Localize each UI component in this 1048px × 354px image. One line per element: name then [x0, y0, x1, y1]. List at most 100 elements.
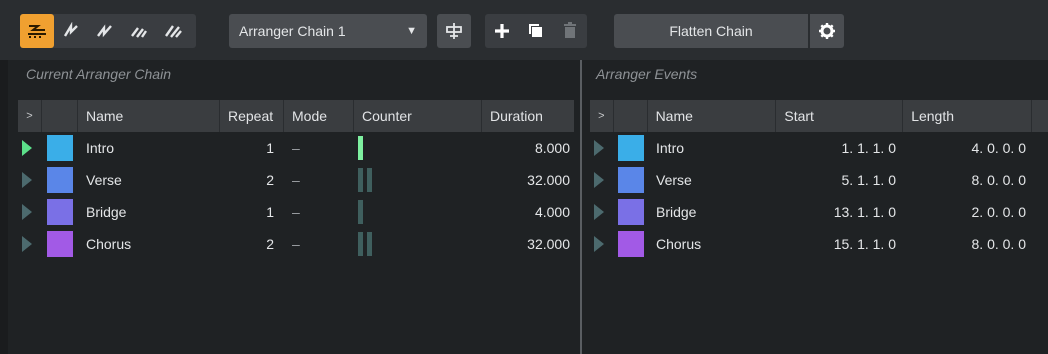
- counter-cell: [354, 196, 482, 228]
- mode-value[interactable]: –: [284, 228, 354, 260]
- event-length[interactable]: 2. 0. 0. 0: [906, 196, 1036, 228]
- jump-mode-3-icon[interactable]: [122, 14, 156, 48]
- event-row[interactable]: Verse 5. 1. 1. 0 8. 0. 0. 0: [590, 164, 1048, 196]
- duration-value: 32.000: [527, 172, 570, 188]
- event-name[interactable]: Verse: [648, 164, 778, 196]
- section-name[interactable]: Bridge: [78, 196, 220, 228]
- event-name[interactable]: Bridge: [648, 196, 778, 228]
- duration-column-header[interactable]: Duration: [482, 100, 574, 132]
- play-icon[interactable]: [22, 140, 32, 156]
- mode-value[interactable]: –: [284, 196, 354, 228]
- start-column-header[interactable]: Start: [776, 100, 904, 132]
- chain-row[interactable]: Chorus 2– 32.000: [18, 228, 574, 260]
- arranger-activate-icon[interactable]: [20, 14, 54, 48]
- counter-cell: [354, 132, 482, 164]
- event-row[interactable]: Bridge 13. 1. 1. 0 2. 0. 0. 0: [590, 196, 1048, 228]
- counter-bars: [358, 167, 372, 193]
- event-name[interactable]: Chorus: [648, 228, 778, 260]
- color-swatch: [47, 199, 73, 225]
- repeat-column-header[interactable]: Repeat: [220, 100, 284, 132]
- delete-chain-icon[interactable]: [553, 14, 587, 48]
- event-row[interactable]: Chorus 15. 1. 1. 0 8. 0. 0. 0: [590, 228, 1048, 260]
- duration-value: 32.000: [527, 236, 570, 252]
- chain-row[interactable]: Intro 1– 8.000: [18, 132, 574, 164]
- current-chain-title: Current Arranger Chain: [26, 66, 171, 82]
- section-name[interactable]: Chorus: [78, 228, 220, 260]
- counter-bar: [358, 200, 363, 224]
- name-column-header[interactable]: Name: [648, 100, 777, 132]
- duplicate-chain-icon[interactable]: [519, 14, 553, 48]
- color-swatch: [618, 167, 644, 193]
- repeat-value[interactable]: 2: [220, 164, 284, 196]
- event-length[interactable]: 8. 0. 0. 0: [906, 228, 1036, 260]
- arranger-mode-group: [20, 14, 196, 48]
- color-cell: [42, 164, 78, 196]
- event-length[interactable]: 4. 0. 0. 0: [906, 132, 1036, 164]
- extra-column-header: [1032, 100, 1048, 132]
- chain-row[interactable]: Verse 2– 32.000: [18, 164, 574, 196]
- repeat-value[interactable]: 1: [220, 196, 284, 228]
- color-swatch: [47, 167, 73, 193]
- color-cell: [614, 164, 648, 196]
- chain-edit-group: [485, 14, 587, 48]
- counter-cell: [354, 164, 482, 196]
- event-length[interactable]: 8. 0. 0. 0: [906, 164, 1036, 196]
- color-cell: [42, 196, 78, 228]
- counter-column-header[interactable]: Counter: [354, 100, 482, 132]
- chain-row[interactable]: Bridge 1– 4.000: [18, 196, 574, 228]
- play-icon[interactable]: [22, 204, 32, 220]
- counter-cell: [354, 228, 482, 260]
- play-icon[interactable]: [22, 236, 32, 252]
- counter-bar: [358, 136, 363, 160]
- name-column-header[interactable]: Name: [78, 100, 220, 132]
- counter-bar: [358, 232, 363, 256]
- play-indicator-cell[interactable]: [18, 228, 42, 260]
- play-icon[interactable]: [594, 140, 604, 156]
- play-indicator-cell[interactable]: [590, 228, 614, 260]
- jump-mode-1-icon[interactable]: [54, 14, 88, 48]
- play-indicator-cell[interactable]: [18, 132, 42, 164]
- jump-mode-2-icon[interactable]: [88, 14, 122, 48]
- mode-column-header[interactable]: Mode: [284, 100, 354, 132]
- arranger-track-icon[interactable]: [437, 14, 471, 48]
- repeat-value[interactable]: 2: [220, 228, 284, 260]
- event-start[interactable]: 5. 1. 1. 0: [778, 164, 906, 196]
- color-swatch: [618, 135, 644, 161]
- section-name[interactable]: Intro: [78, 132, 220, 164]
- expand-column-header[interactable]: >: [590, 100, 614, 132]
- event-start[interactable]: 13. 1. 1. 0: [778, 196, 906, 228]
- arranger-chain-select[interactable]: Arranger Chain 1 ▼: [229, 14, 427, 48]
- color-swatch: [47, 135, 73, 161]
- add-chain-icon[interactable]: [485, 14, 519, 48]
- panel-divider[interactable]: [580, 60, 582, 354]
- color-swatch: [47, 231, 73, 257]
- jump-mode-4-icon[interactable]: [156, 14, 190, 48]
- mode-value[interactable]: –: [284, 164, 354, 196]
- arranger-events-title: Arranger Events: [596, 66, 698, 82]
- event-row[interactable]: Intro 1. 1. 1. 0 4. 0. 0. 0: [590, 132, 1048, 164]
- color-swatch: [618, 199, 644, 225]
- flatten-chain-button[interactable]: Flatten Chain: [614, 14, 808, 48]
- section-name[interactable]: Verse: [78, 164, 220, 196]
- mode-value[interactable]: –: [284, 132, 354, 164]
- expand-column-header[interactable]: >: [18, 100, 42, 132]
- color-cell: [614, 228, 648, 260]
- play-icon[interactable]: [594, 204, 604, 220]
- events-table-header: > Name Start Length: [590, 100, 1048, 132]
- play-indicator-cell[interactable]: [590, 132, 614, 164]
- play-indicator-cell[interactable]: [18, 196, 42, 228]
- gear-icon[interactable]: [810, 14, 844, 48]
- event-start[interactable]: 1. 1. 1. 0: [778, 132, 906, 164]
- play-indicator-cell[interactable]: [590, 196, 614, 228]
- play-indicator-cell[interactable]: [590, 164, 614, 196]
- play-icon[interactable]: [22, 172, 32, 188]
- play-icon[interactable]: [594, 172, 604, 188]
- event-start[interactable]: 15. 1. 1. 0: [778, 228, 906, 260]
- counter-bars: [358, 231, 372, 257]
- left-edge: [0, 60, 8, 354]
- length-column-header[interactable]: Length: [903, 100, 1032, 132]
- repeat-value[interactable]: 1: [220, 132, 284, 164]
- play-indicator-cell[interactable]: [18, 164, 42, 196]
- event-name[interactable]: Intro: [648, 132, 778, 164]
- play-icon[interactable]: [594, 236, 604, 252]
